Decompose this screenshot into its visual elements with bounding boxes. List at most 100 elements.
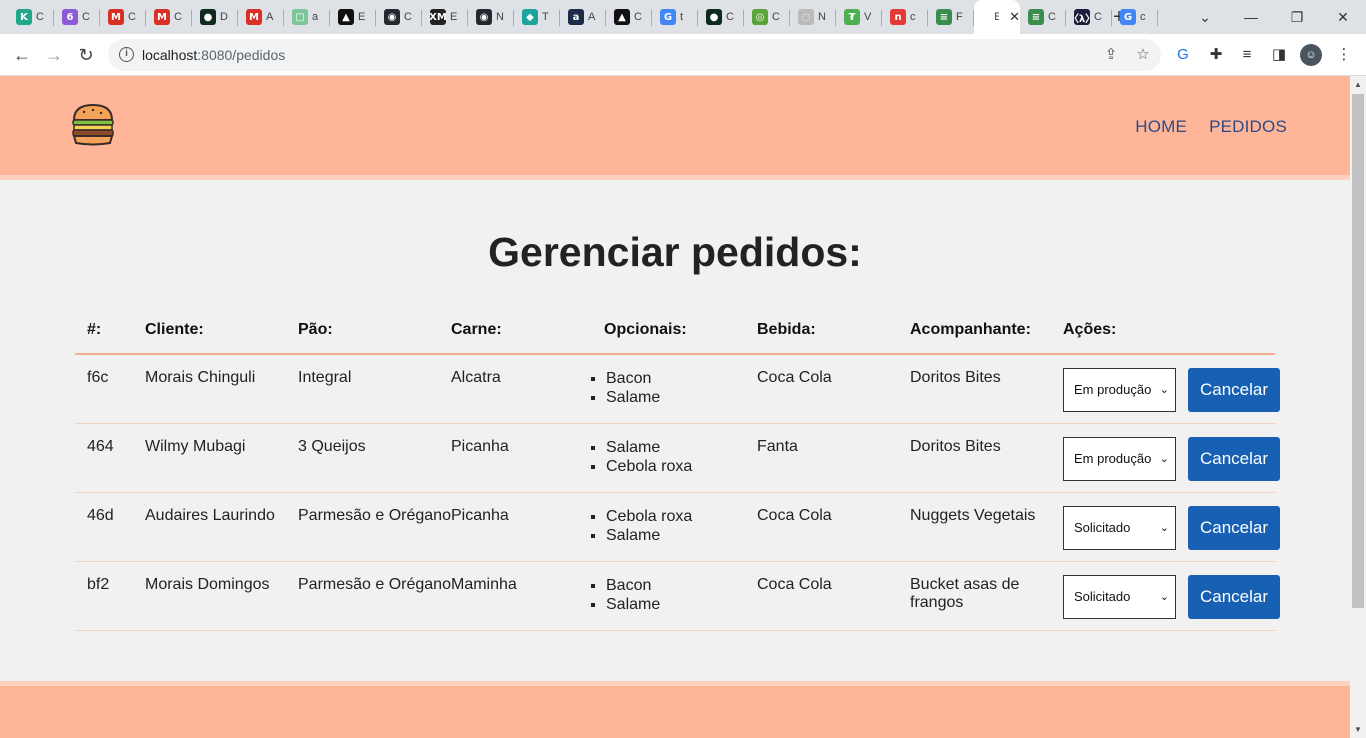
tab-favicon-icon: ▢ <box>292 9 308 25</box>
tab-favicon-icon <box>982 9 990 25</box>
cell-cliente: Morais Chinguli <box>145 354 298 424</box>
translate-icon[interactable]: G <box>1172 44 1194 66</box>
reload-icon[interactable]: ↻ <box>74 43 98 67</box>
tab-title: E <box>994 11 1000 23</box>
browser-tab[interactable]: Gt <box>652 4 698 30</box>
scroll-up-icon[interactable]: ▲ <box>1354 80 1362 89</box>
tab-favicon-icon: XM <box>429 9 447 25</box>
browser-tab[interactable]: ≡ F <box>928 4 974 30</box>
profile-avatar[interactable]: ☺ <box>1300 44 1322 66</box>
cell-opcionais: BaconSalame <box>604 354 757 424</box>
browser-tab[interactable]: ▲ E <box>330 4 376 30</box>
browser-tab[interactable]: MC <box>100 4 146 30</box>
browser-tab[interactable]: ◉ C <box>376 4 422 30</box>
tab-title: C <box>404 11 412 23</box>
cell-acoes: Em produção ⌄ Cancelar <box>1063 423 1280 493</box>
browser-tab[interactable]: XM E <box>422 4 468 30</box>
cancel-order-button[interactable]: Cancelar <box>1188 505 1280 550</box>
browser-tab[interactable]: MA <box>238 4 284 30</box>
tab-title: F <box>956 11 963 23</box>
browser-tab[interactable]: Gc <box>1112 4 1158 30</box>
page-title: Gerenciar pedidos: <box>488 229 862 275</box>
main-nav: HOME PEDIDOS <box>1135 117 1287 137</box>
browser-tab[interactable]: ◆ T <box>514 4 560 30</box>
nav-pedidos-link[interactable]: PEDIDOS <box>1209 117 1287 137</box>
status-select[interactable]: Em produção ⌄ <box>1063 436 1176 481</box>
extensions-icon[interactable]: ✚ <box>1205 44 1227 66</box>
browser-tab[interactable]: ₮ V <box>836 4 882 30</box>
page-scrollbar[interactable]: ▲ ▼ <box>1350 76 1366 738</box>
cancel-order-button[interactable]: Cancelar <box>1188 436 1280 481</box>
table-header-row: #: Cliente: Pão: Carne: Opcionais: Bebid… <box>75 306 1275 355</box>
browser-tab[interactable]: ▲ C <box>606 4 652 30</box>
tab-favicon-icon: M <box>108 9 124 25</box>
address-bar[interactable]: i localhost:8080/pedidos ⇪ ☆ <box>108 39 1161 71</box>
cell-carne: Picanha <box>451 423 604 493</box>
browser-tab[interactable]: aA <box>560 4 606 30</box>
tab-close-icon[interactable]: ✕ <box>1009 9 1020 25</box>
tab-favicon-icon: K <box>16 9 32 25</box>
browser-tab[interactable]: 6C <box>54 4 100 30</box>
tab-favicon-icon: ▲ <box>338 9 354 25</box>
browser-tab[interactable]: nc <box>882 4 928 30</box>
share-icon[interactable]: ⇪ <box>1101 45 1121 65</box>
status-select[interactable]: Em produção ⌄ <box>1063 368 1176 412</box>
scroll-down-icon[interactable]: ▼ <box>1354 725 1362 734</box>
tab-favicon-icon: ● <box>200 9 216 25</box>
tab-title: C <box>1094 11 1102 23</box>
opcional-item: Salame <box>606 526 757 545</box>
forward-icon[interactable]: → <box>42 43 66 67</box>
browser-tab[interactable]: ◉ N <box>468 4 514 30</box>
cell-id: f6c <box>75 354 145 424</box>
media-control-icon[interactable]: ≡ <box>1236 44 1258 66</box>
opcional-item: Cebola roxa <box>606 507 757 526</box>
browser-tab[interactable]: ≡ C <box>1020 4 1066 30</box>
browser-tab[interactable]: 〈λ〉 C <box>1066 4 1112 30</box>
tab-favicon-icon: ◌ <box>798 9 814 25</box>
cell-bebida: Fanta <box>757 423 910 493</box>
browser-tab[interactable]: MC <box>146 4 192 30</box>
cell-id: bf2 <box>75 561 145 631</box>
cancel-order-button[interactable]: Cancelar <box>1188 368 1280 412</box>
header-carne: Carne: <box>451 306 604 355</box>
cell-acoes: Em produção ⌄ Cancelar <box>1063 354 1280 424</box>
browser-tab[interactable]: ◎ C <box>744 4 790 30</box>
browser-toolbar: ← → ↻ i localhost:8080/pedidos ⇪ ☆ G ✚ ≡… <box>0 34 1366 76</box>
browser-tab[interactable]: ▢ a <box>284 4 330 30</box>
browser-tab[interactable]: E ✕ <box>974 0 1020 34</box>
opcional-item: Cebola roxa <box>606 457 757 476</box>
cell-acoes: Solicitado ⌄ Cancelar <box>1063 561 1280 631</box>
nav-home-link[interactable]: HOME <box>1135 117 1187 137</box>
opcionais-list: BaconSalame <box>587 369 757 407</box>
browser-tab[interactable]: KC <box>8 4 54 30</box>
status-select[interactable]: Solicitado ⌄ <box>1063 505 1176 550</box>
browser-tab[interactable]: ● D <box>192 4 238 30</box>
site-info-icon[interactable]: i <box>119 47 134 62</box>
back-icon[interactable]: ← <box>10 43 34 67</box>
status-select-value: Em produção <box>1074 382 1152 397</box>
orders-table: #: Cliente: Pão: Carne: Opcionais: Bebid… <box>75 306 1280 631</box>
menu-kebab-icon[interactable]: ⋮ <box>1333 44 1355 66</box>
browser-tab[interactable]: ● C <box>698 4 744 30</box>
restore-icon[interactable]: ❐ <box>1282 4 1312 30</box>
browser-tab[interactable]: ◌ N <box>790 4 836 30</box>
opcional-item: Salame <box>606 595 757 614</box>
header-acompanhante: Acompanhante: <box>910 306 1063 355</box>
chevron-down-icon: ⌄ <box>1159 384 1169 396</box>
bookmark-star-icon[interactable]: ☆ <box>1133 45 1153 65</box>
close-window-icon[interactable]: ✕ <box>1328 4 1358 30</box>
cell-id: 464 <box>75 423 145 493</box>
url-text[interactable]: localhost:8080/pedidos <box>142 47 285 63</box>
tab-favicon-icon: G <box>1120 9 1136 25</box>
minimize-icon[interactable]: — <box>1236 4 1266 30</box>
burger-logo-icon[interactable] <box>72 102 114 146</box>
tab-search-icon[interactable]: ⌄ <box>1190 4 1220 30</box>
tab-title: t <box>680 11 684 23</box>
scrollbar-thumb[interactable] <box>1352 94 1364 608</box>
side-panel-icon[interactable]: ◨ <box>1268 44 1290 66</box>
tab-favicon-icon: M <box>246 9 262 25</box>
cell-cliente: Wilmy Mubagi <box>145 423 298 493</box>
cell-id: 46d <box>75 492 145 562</box>
cancel-order-button[interactable]: Cancelar <box>1188 574 1280 619</box>
status-select[interactable]: Solicitado ⌄ <box>1063 574 1176 619</box>
